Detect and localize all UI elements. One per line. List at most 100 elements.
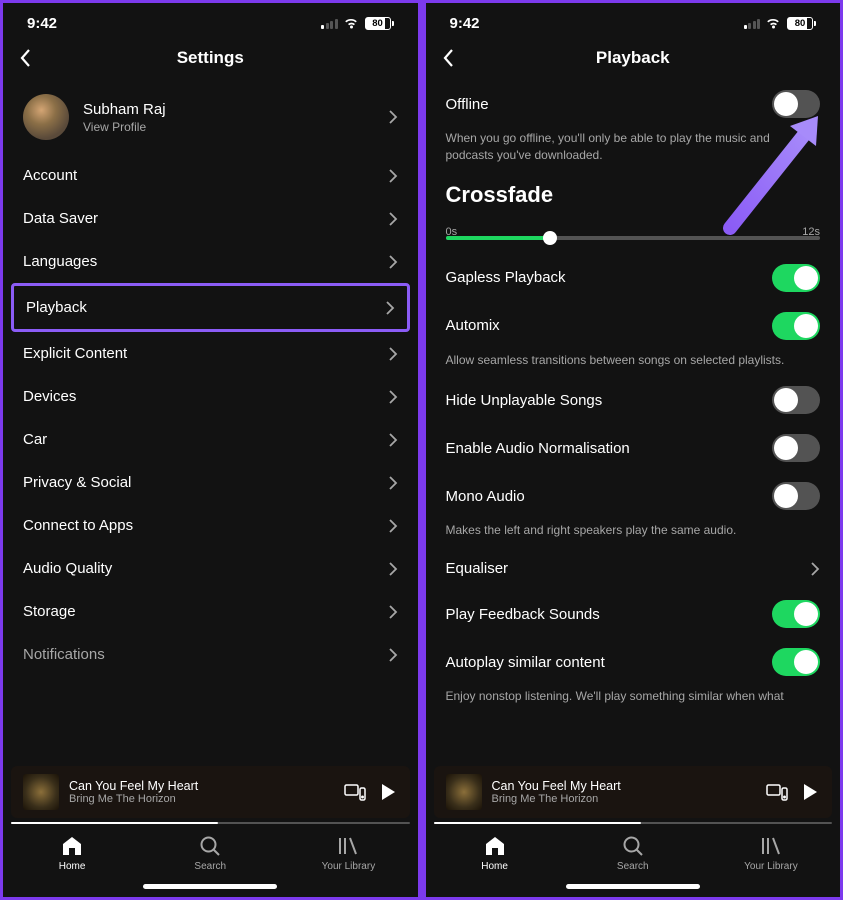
- devices-icon[interactable]: [766, 783, 788, 802]
- nav-car[interactable]: Car: [19, 418, 402, 461]
- chevron-right-icon: [388, 518, 398, 534]
- help-text: Makes the left and right speakers play t…: [442, 520, 825, 547]
- header: Playback: [426, 36, 841, 80]
- avatar: [23, 94, 69, 140]
- chevron-right-icon: [388, 475, 398, 491]
- nav-playback[interactable]: Playback: [11, 283, 410, 332]
- nav-explicit-content[interactable]: Explicit Content: [19, 332, 402, 375]
- home-indicator: [143, 884, 277, 889]
- equaliser-row[interactable]: Equaliser: [442, 547, 825, 590]
- toggle-play-feedback-sounds[interactable]: [772, 600, 820, 628]
- profile-subtitle: View Profile: [83, 120, 388, 134]
- toggle-row-automix: Automix: [442, 302, 825, 350]
- profile-row[interactable]: Subham Raj View Profile: [19, 80, 402, 154]
- search-icon: [621, 834, 645, 858]
- track-title: Can You Feel My Heart: [69, 779, 334, 793]
- toggle-row-play-feedback-sounds: Play Feedback Sounds: [442, 590, 825, 638]
- chevron-right-icon: [388, 168, 398, 184]
- status-bar: 9:42 80: [426, 3, 841, 36]
- chevron-right-icon: [388, 254, 398, 270]
- toggle-automix[interactable]: [772, 312, 820, 340]
- tab-library[interactable]: Your Library: [702, 834, 840, 872]
- offline-row: Offline: [442, 80, 825, 128]
- offline-help: When you go offline, you'll only be able…: [442, 128, 825, 172]
- nav-languages[interactable]: Languages: [19, 240, 402, 283]
- nav-privacy-social[interactable]: Privacy & Social: [19, 461, 402, 504]
- nav-account[interactable]: Account: [19, 154, 402, 197]
- play-button[interactable]: [376, 781, 398, 803]
- header: Settings: [3, 36, 418, 80]
- nav-notifications[interactable]: Notifications: [19, 633, 402, 676]
- tab-search[interactable]: Search: [141, 834, 279, 872]
- library-icon: [336, 834, 360, 858]
- chevron-right-icon: [388, 389, 398, 405]
- library-icon: [759, 834, 783, 858]
- toggle-hide-unplayable-songs[interactable]: [772, 386, 820, 414]
- track-artist: Bring Me The Horizon: [492, 793, 757, 805]
- chevron-right-icon: [388, 211, 398, 227]
- wifi-icon: [765, 17, 782, 30]
- chevron-right-icon: [388, 109, 398, 125]
- toggle-mono-audio[interactable]: [772, 482, 820, 510]
- tab-home[interactable]: Home: [426, 834, 564, 872]
- profile-name: Subham Raj: [83, 101, 388, 118]
- track-title: Can You Feel My Heart: [492, 779, 757, 793]
- tab-library[interactable]: Your Library: [279, 834, 417, 872]
- now-playing-bar[interactable]: Can You Feel My Heart Bring Me The Horiz…: [11, 766, 410, 818]
- tab-bar: Home Search Your Library: [3, 824, 418, 878]
- home-icon: [60, 834, 84, 858]
- toggle-row-hide-unplayable-songs: Hide Unplayable Songs: [442, 376, 825, 424]
- nav-data-saver[interactable]: Data Saver: [19, 197, 402, 240]
- toggle-row-mono-audio: Mono Audio: [442, 472, 825, 520]
- status-bar: 9:42 80: [3, 3, 418, 36]
- home-indicator: [566, 884, 700, 889]
- search-icon: [198, 834, 222, 858]
- nav-audio-quality[interactable]: Audio Quality: [19, 547, 402, 590]
- toggle-autoplay-similar-content[interactable]: [772, 648, 820, 676]
- nav-devices[interactable]: Devices: [19, 375, 402, 418]
- toggle-enable-audio-normalisation[interactable]: [772, 434, 820, 462]
- home-icon: [483, 834, 507, 858]
- settings-screen: 9:42 80 Settings Subham Raj View Profile…: [0, 0, 421, 900]
- wifi-icon: [343, 17, 360, 30]
- toggle-gapless-playback[interactable]: [772, 264, 820, 292]
- crossfade-title: Crossfade: [442, 172, 825, 218]
- toggle-row-autoplay-similar-content: Autoplay similar content: [442, 638, 825, 686]
- help-text: Enjoy nonstop listening. We'll play some…: [442, 686, 825, 713]
- signal-icon: [321, 18, 338, 29]
- status-time: 9:42: [27, 15, 57, 32]
- back-button[interactable]: [19, 48, 33, 68]
- playback-progress: [11, 822, 410, 824]
- play-button[interactable]: [798, 781, 820, 803]
- devices-icon[interactable]: [344, 783, 366, 802]
- chevron-right-icon: [385, 300, 395, 316]
- tab-search[interactable]: Search: [564, 834, 702, 872]
- chevron-right-icon: [388, 647, 398, 663]
- offline-label: Offline: [446, 96, 489, 113]
- offline-toggle[interactable]: [772, 90, 820, 118]
- album-art: [446, 774, 482, 810]
- back-button[interactable]: [442, 48, 456, 68]
- chevron-right-icon: [388, 432, 398, 448]
- playback-progress: [434, 822, 833, 824]
- page-title: Settings: [177, 48, 244, 68]
- battery-icon: 80: [365, 17, 394, 30]
- crossfade-slider[interactable]: 0s12s: [442, 218, 825, 254]
- chevron-right-icon: [810, 561, 820, 577]
- battery-icon: 80: [787, 17, 816, 30]
- nav-storage[interactable]: Storage: [19, 590, 402, 633]
- tab-bar: Home Search Your Library: [426, 824, 841, 878]
- tab-home[interactable]: Home: [3, 834, 141, 872]
- help-text: Allow seamless transitions between songs…: [442, 350, 825, 377]
- track-artist: Bring Me The Horizon: [69, 793, 334, 805]
- playback-screen: 9:42 80 Playback Offline When you go off…: [423, 0, 843, 900]
- signal-icon: [744, 18, 761, 29]
- chevron-right-icon: [388, 346, 398, 362]
- album-art: [23, 774, 59, 810]
- status-time: 9:42: [450, 15, 480, 32]
- toggle-row-gapless-playback: Gapless Playback: [442, 254, 825, 302]
- now-playing-bar[interactable]: Can You Feel My Heart Bring Me The Horiz…: [434, 766, 833, 818]
- chevron-right-icon: [388, 561, 398, 577]
- nav-connect-to-apps[interactable]: Connect to Apps: [19, 504, 402, 547]
- toggle-row-enable-audio-normalisation: Enable Audio Normalisation: [442, 424, 825, 472]
